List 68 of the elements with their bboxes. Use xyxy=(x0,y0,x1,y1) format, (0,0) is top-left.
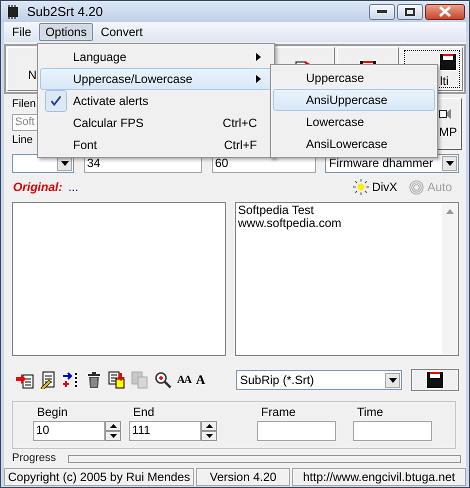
spin-up-button[interactable] xyxy=(201,421,217,431)
chip-icon xyxy=(5,4,21,20)
font-icon[interactable]: A xyxy=(196,372,206,388)
dropdown-arrow-icon xyxy=(388,378,396,382)
begin-field[interactable]: 10 xyxy=(33,421,105,441)
sun-icon[interactable] xyxy=(352,179,369,195)
filename-label: Filen xyxy=(12,98,36,111)
down-arrow-icon xyxy=(206,434,212,438)
radio-icon[interactable] xyxy=(409,180,424,194)
scroll-up-icon xyxy=(446,209,454,214)
merge-arrows-icon[interactable] xyxy=(62,371,80,389)
time-field[interactable] xyxy=(353,421,432,441)
minimize-icon xyxy=(377,10,387,13)
end-field[interactable]: 111 xyxy=(129,421,201,441)
status-panel: Version 4.20 xyxy=(196,468,290,486)
menu-item[interactable]: Lowercase xyxy=(273,111,435,133)
subtitle-text-area[interactable]: Softpedia Test www.softpedia.com xyxy=(235,202,459,356)
time-label: Time xyxy=(356,405,384,419)
maximize-button[interactable] xyxy=(397,4,423,20)
up-arrow-icon xyxy=(110,424,116,428)
up-arrow-icon xyxy=(206,424,212,428)
menu-item[interactable]: AnsiUppercase xyxy=(273,89,435,111)
speaker-icon xyxy=(439,109,451,119)
minimize-button[interactable] xyxy=(369,4,395,20)
menu-item[interactable]: Convert xyxy=(94,23,149,41)
window-title: Sub2Srt 4.20 xyxy=(27,4,103,19)
spin-up-button[interactable] xyxy=(105,421,121,431)
trash-icon[interactable] xyxy=(85,371,103,389)
menu-item[interactable]: Language xyxy=(40,46,272,68)
paste-icon[interactable] xyxy=(108,371,126,389)
original-value: ... xyxy=(68,180,78,194)
submenu-arrow-icon xyxy=(256,53,261,61)
maximize-icon xyxy=(405,8,415,16)
divx-label[interactable]: DivX xyxy=(372,180,398,194)
progress-label: Progress xyxy=(12,452,56,465)
frame-field[interactable] xyxy=(257,421,336,441)
spin-down-button[interactable] xyxy=(201,431,217,441)
dropdown-arrow-icon xyxy=(446,160,454,166)
original-label: Original: xyxy=(13,180,62,194)
menu-item[interactable]: Activate alerts xyxy=(40,90,272,112)
menu-item[interactable]: Font Ctrl+F xyxy=(40,134,272,156)
document-pencil-icon[interactable] xyxy=(39,371,57,389)
menu-item[interactable]: Options xyxy=(39,23,93,41)
begin-label: Begin xyxy=(36,405,69,419)
status-panel: Copyright (c) 2005 by Rui Mendes xyxy=(4,468,194,486)
status-panel: http://www.engcivil.btuga.net xyxy=(292,468,466,486)
submenu-arrow-icon xyxy=(256,75,261,83)
font-icon[interactable]: AA xyxy=(177,374,191,386)
close-icon xyxy=(439,6,451,17)
line-label: Line xyxy=(12,134,33,147)
subtitle-line: www.softpedia.com xyxy=(238,217,342,230)
zoom-icon[interactable] xyxy=(154,371,172,389)
frame-label: Frame xyxy=(260,405,297,419)
original-text-area[interactable] xyxy=(12,202,226,356)
document-arrow-icon[interactable] xyxy=(16,371,34,389)
menu-item[interactable]: AnsiLowercase xyxy=(273,133,435,155)
format-dropdown[interactable]: SubRip (*.Srt) xyxy=(236,370,402,390)
menu-item[interactable]: Uppercase/Lowercase xyxy=(40,68,272,90)
save-button[interactable] xyxy=(411,369,459,391)
close-button[interactable] xyxy=(425,4,465,20)
end-label: End xyxy=(132,405,156,419)
spin-down-button[interactable] xyxy=(105,431,121,441)
dropdown-arrow-icon xyxy=(60,160,68,166)
subtitle-line: Softpedia Test xyxy=(238,204,315,217)
menu-item[interactable]: Uppercase xyxy=(273,67,435,89)
scroll-bar[interactable] xyxy=(442,203,458,355)
menu-item[interactable]: File xyxy=(6,23,38,41)
down-arrow-icon xyxy=(110,434,116,438)
